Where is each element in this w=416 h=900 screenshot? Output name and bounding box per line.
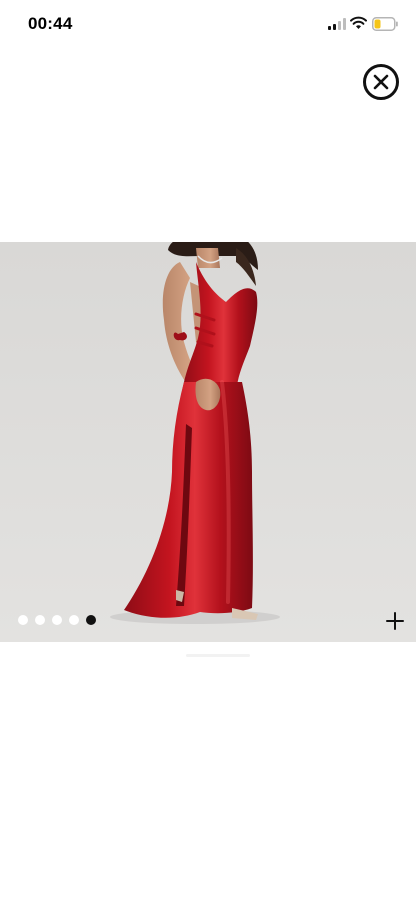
status-bar: 00:44: [0, 0, 416, 48]
pagination-dots: [18, 615, 96, 625]
plus-icon[interactable]: [385, 611, 405, 631]
divider: [186, 654, 250, 657]
signal-icon: [328, 18, 346, 30]
pagination-dot[interactable]: [18, 615, 28, 625]
battery-icon: [372, 17, 398, 31]
close-button[interactable]: [363, 64, 399, 100]
pagination-dot[interactable]: [69, 615, 79, 625]
wifi-icon: [350, 16, 367, 29]
product-image[interactable]: [0, 242, 416, 642]
pagination-dot-active[interactable]: [86, 615, 96, 625]
pagination-dot[interactable]: [52, 615, 62, 625]
close-icon: [373, 74, 389, 90]
status-time: 00:44: [28, 14, 73, 33]
product-photo: [110, 242, 280, 624]
pagination-dot[interactable]: [35, 615, 45, 625]
